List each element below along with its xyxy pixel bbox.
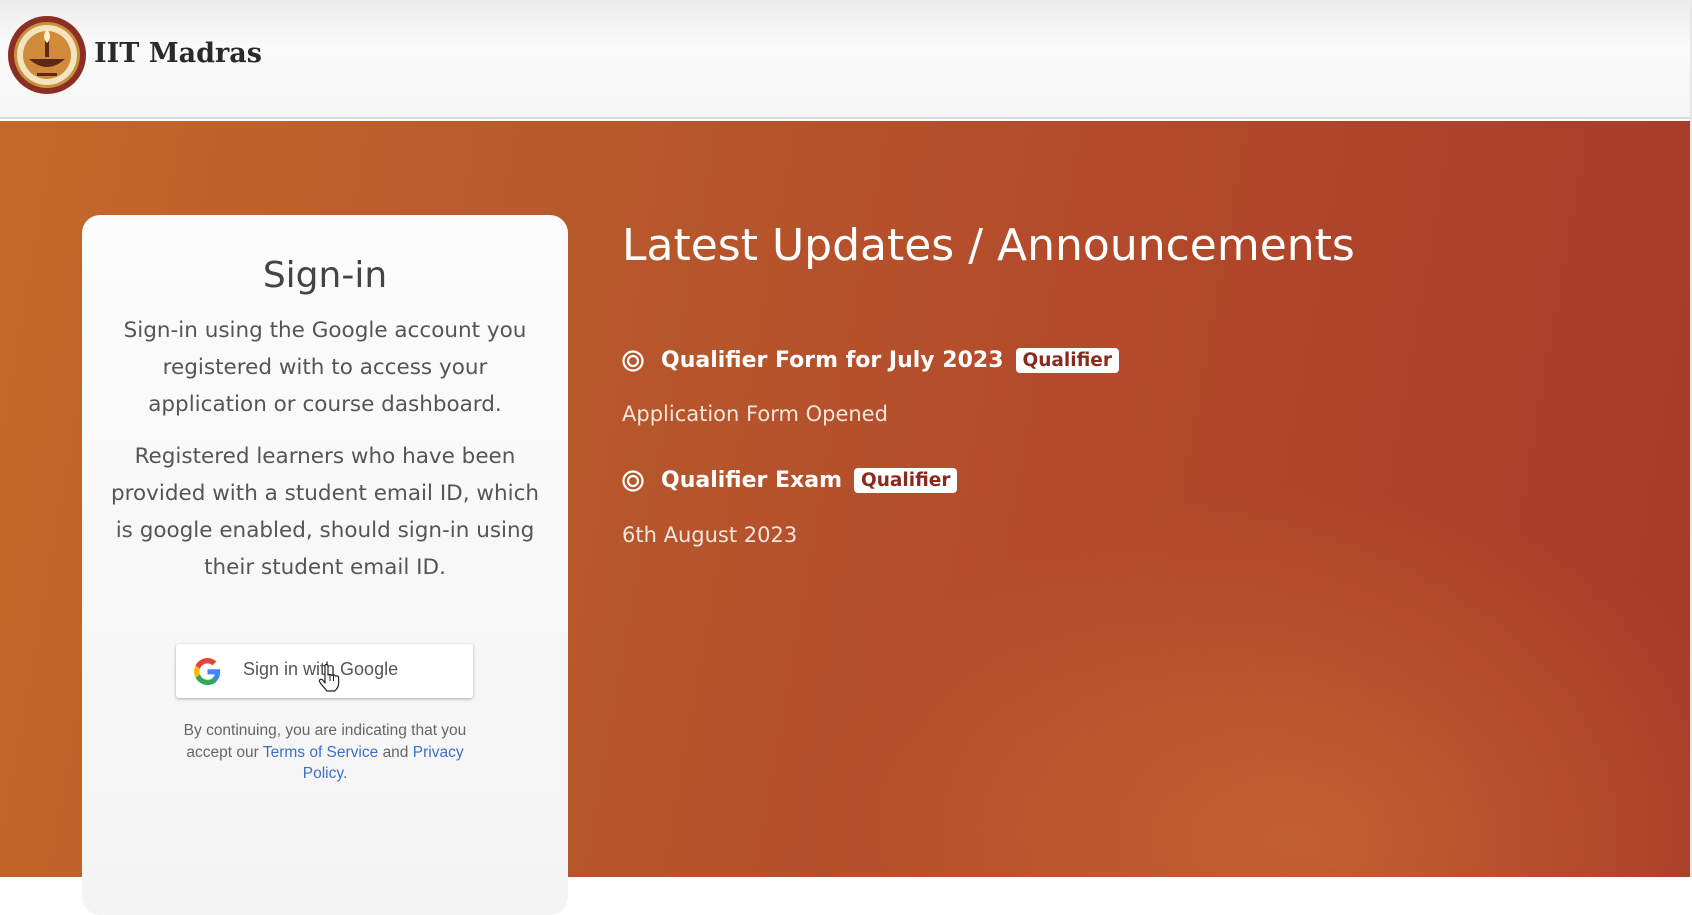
iit-madras-emblem-icon[interactable] xyxy=(7,15,87,95)
update-title[interactable]: Qualifier Exam xyxy=(661,468,842,493)
category-badge: Qualifier xyxy=(1015,348,1119,373)
updates-heading: Latest Updates / Announcements xyxy=(622,220,1355,271)
legal-and: and xyxy=(382,743,409,761)
brand-name: IIT Madras xyxy=(94,38,262,69)
signin-title: Sign-in xyxy=(262,255,388,296)
update-subtitle: Application Form Opened xyxy=(622,402,888,426)
target-bullet-icon xyxy=(622,469,644,492)
signin-description: Sign-in using the Google account you reg… xyxy=(123,318,527,417)
update-item-title-row: Qualifier Exam Qualifier xyxy=(622,468,958,493)
google-signin-button[interactable]: Sign in with Google xyxy=(176,644,473,698)
signin-card: Sign-in Sign-in using the Google account… xyxy=(82,215,568,915)
update-item-title-row: Qualifier Form for July 2023 Qualifier xyxy=(622,348,1119,373)
hand-pointer-icon xyxy=(318,664,340,692)
signin-learner-note: Registered learners who have been provid… xyxy=(110,444,540,580)
legal-suffix: . xyxy=(342,765,348,782)
update-title[interactable]: Qualifier Form for July 2023 xyxy=(661,348,1004,373)
terms-of-service-link[interactable]: Terms of Service xyxy=(263,744,378,761)
google-icon xyxy=(194,658,221,685)
top-header: IIT Madras xyxy=(0,0,1692,119)
update-subtitle: 6th August 2023 xyxy=(622,523,798,547)
category-badge: Qualifier xyxy=(854,468,958,493)
legal-notice: By continuing, you are indicating that y… xyxy=(172,720,478,785)
target-bullet-icon xyxy=(622,349,644,372)
